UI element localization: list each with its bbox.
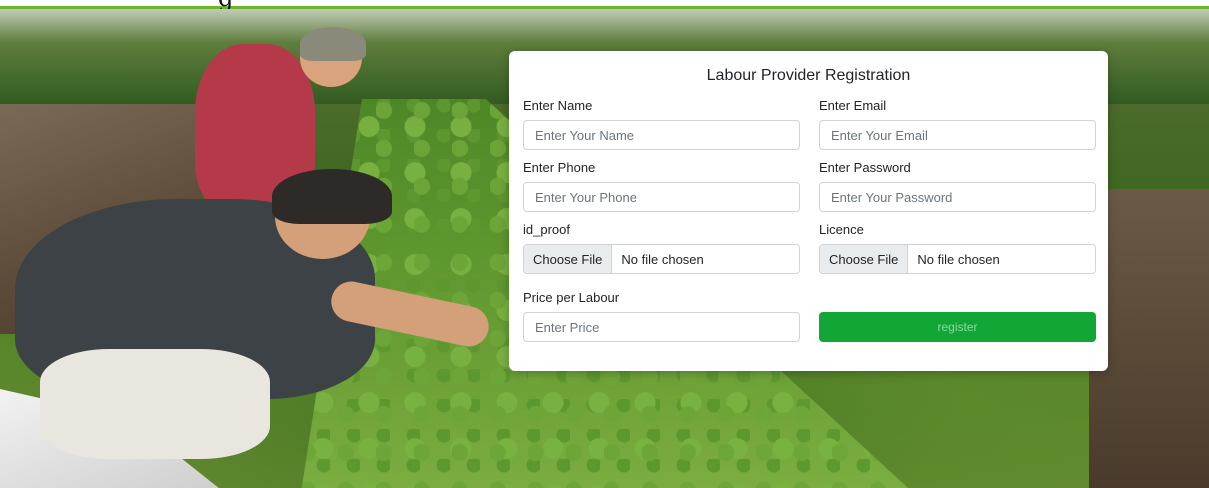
price-label: Price per Labour [523, 290, 620, 305]
licence-file-status: No file chosen [917, 251, 1000, 267]
id-proof-label: id_proof [523, 222, 570, 237]
price-input[interactable]: Enter Price [523, 312, 800, 342]
form-grid: Enter Name Enter Your Name Enter Email E… [523, 96, 1096, 342]
phone-input[interactable]: Enter Your Phone [523, 182, 800, 212]
id-proof-file-status: No file chosen [621, 251, 704, 267]
name-input[interactable]: Enter Your Name [523, 120, 800, 150]
password-label: Enter Password [819, 160, 911, 175]
licence-choose-file-button[interactable]: Choose File [820, 245, 909, 273]
name-field-group: Enter Name Enter Your Name [523, 96, 800, 158]
top-header-strip: g [0, 0, 1209, 12]
licence-field-group: Licence Choose File No file chosen [819, 220, 1096, 288]
password-field-group: Enter Password Enter Your Password [819, 158, 1096, 220]
id-proof-file-input[interactable]: Choose File No file chosen [523, 244, 800, 274]
licence-label: Licence [819, 222, 864, 237]
registration-form-card: Labour Provider Registration Enter Name … [509, 51, 1108, 371]
phone-field-group: Enter Phone Enter Your Phone [523, 158, 800, 220]
register-wrap: register [819, 288, 1096, 342]
licence-file-input[interactable]: Choose File No file chosen [819, 244, 1096, 274]
register-button[interactable]: register [819, 312, 1096, 342]
id-proof-choose-file-button[interactable]: Choose File [524, 245, 613, 273]
email-label: Enter Email [819, 98, 887, 113]
email-field-group: Enter Email Enter Your Email [819, 96, 1096, 158]
email-input[interactable]: Enter Your Email [819, 120, 1096, 150]
password-input[interactable]: Enter Your Password [819, 182, 1096, 212]
price-field-group: Price per Labour Enter Price [523, 288, 800, 342]
phone-label: Enter Phone [523, 160, 596, 175]
id-proof-field-group: id_proof Choose File No file chosen [523, 220, 800, 288]
form-title: Labour Provider Registration [706, 67, 911, 84]
name-label: Enter Name [523, 98, 593, 113]
